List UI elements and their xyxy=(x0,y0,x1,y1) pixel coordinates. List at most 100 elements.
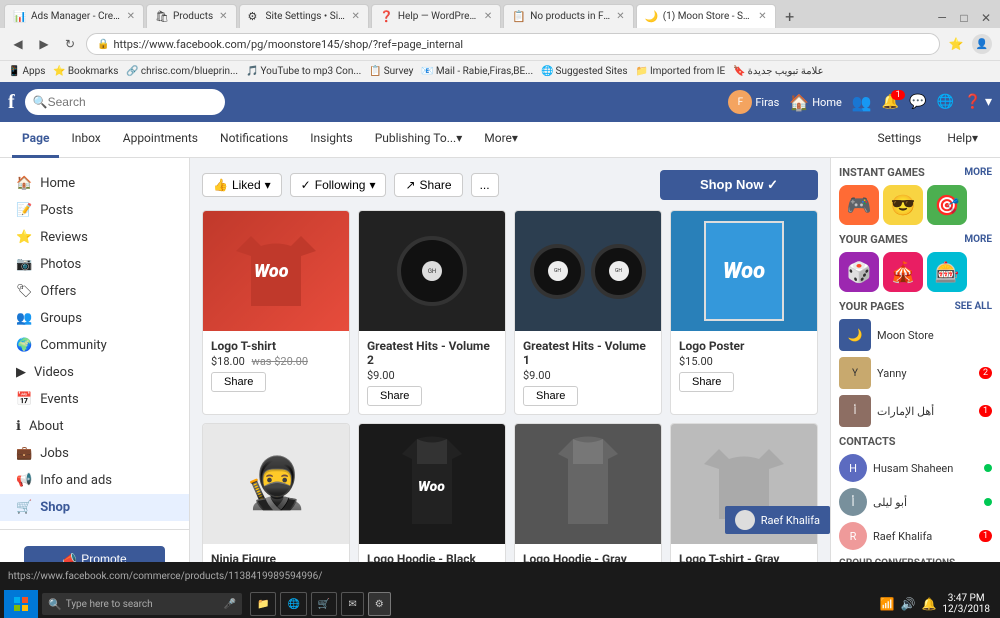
nav-user[interactable]: F Firas xyxy=(728,90,779,114)
product-image-0[interactable]: Woo xyxy=(203,211,349,331)
product-image-2[interactable]: GH GH xyxy=(515,211,661,331)
taskbar-item-store[interactable]: 🛒 xyxy=(311,592,337,616)
product-share-btn-1[interactable]: Share xyxy=(367,386,422,406)
bookmark-apps[interactable]: 📱Apps xyxy=(8,66,45,77)
taskbar-search[interactable]: 🔍 Type here to search 🎤 xyxy=(42,593,242,615)
tab-moon-store[interactable]: 🌙 (1) Moon Store - Shop ✕ xyxy=(636,4,776,28)
see-all-link[interactable]: SEE ALL xyxy=(955,301,992,312)
nav-friends[interactable]: 👥 xyxy=(852,93,872,112)
tab-close-np[interactable]: ✕ xyxy=(616,11,624,22)
product-share-btn-2[interactable]: Share xyxy=(523,386,578,406)
product-share-btn-0[interactable]: Share xyxy=(211,372,266,392)
page-nav-notifications[interactable]: Notifications xyxy=(210,122,298,158)
page-nav-help[interactable]: Help ▾ xyxy=(937,122,988,158)
bookmark-survey[interactable]: 📋Survey xyxy=(369,66,413,77)
system-clock[interactable]: 3:47 PM 12/3/2018 xyxy=(942,593,990,615)
tab-close-products[interactable]: ✕ xyxy=(219,11,227,22)
tab-site-settings[interactable]: ⚙ Site Settings • Site Titl... ✕ xyxy=(239,4,369,28)
start-button[interactable] xyxy=(4,590,38,618)
close-button[interactable]: ✕ xyxy=(976,8,996,28)
taskbar-item-mail[interactable]: ✉ xyxy=(341,592,363,616)
bookmark-suggested[interactable]: 🌐Suggested Sites xyxy=(541,66,627,77)
product-image-6[interactable] xyxy=(515,424,661,544)
taskbar-item-edge[interactable]: 🌐 xyxy=(280,592,306,616)
reload-button[interactable]: ↻ xyxy=(60,34,80,54)
tab-close-moon[interactable]: ✕ xyxy=(758,11,766,22)
url-input[interactable]: 🔒 https://www.facebook.com/pg/moonstore1… xyxy=(86,33,940,55)
product-image-4[interactable]: 🥷 xyxy=(203,424,349,544)
sidebar-item-offers[interactable]: 🏷Offers xyxy=(0,278,189,305)
sidebar-item-info-ads[interactable]: 📢Info and ads xyxy=(0,467,189,494)
bookmark-bookmarks[interactable]: ⭐Bookmarks xyxy=(53,66,118,77)
page-nav-insights[interactable]: Insights xyxy=(300,122,362,158)
search-input[interactable] xyxy=(48,95,208,109)
contact-row-husam[interactable]: H Husam Shaheen xyxy=(839,454,992,482)
nav-help[interactable]: ❓ ▾ xyxy=(964,94,992,110)
facebook-search-bar[interactable]: 🔍 xyxy=(25,89,225,115)
page-nav-publishing[interactable]: Publishing To... ▾ xyxy=(365,122,473,158)
game-icon-2[interactable]: 😎 xyxy=(883,185,923,225)
tray-network-icon[interactable]: 📶 xyxy=(880,597,895,611)
more-options-button[interactable]: ... xyxy=(471,173,499,197)
sidebar-item-events[interactable]: 📅Events xyxy=(0,386,189,413)
product-image-3[interactable]: Woo xyxy=(671,211,817,331)
liked-button[interactable]: 👍 Liked ▾ xyxy=(202,173,282,197)
minimize-button[interactable]: — xyxy=(932,8,952,28)
product-share-btn-3[interactable]: Share xyxy=(679,372,734,392)
nav-globe[interactable]: 🌐 xyxy=(937,94,954,110)
bookmark-mail[interactable]: 📧Mail - Rabie,Firas,BE... xyxy=(421,66,533,77)
your-games-more-link[interactable]: MORE xyxy=(964,234,992,245)
your-game-icon-2[interactable]: 🎪 xyxy=(883,252,923,292)
sidebar-item-posts[interactable]: 📝Posts xyxy=(0,197,189,224)
sidebar-item-home[interactable]: 🏠Home xyxy=(0,170,189,197)
page-row-moon[interactable]: 🌙 Moon Store xyxy=(839,319,992,351)
bookmark-chris[interactable]: 🔗chrisc.com/blueprin... xyxy=(126,66,238,77)
user-profile-button[interactable]: 👤 xyxy=(972,34,992,54)
nav-notifications[interactable]: 🔔 1 xyxy=(882,94,899,110)
tab-close-ads[interactable]: ✕ xyxy=(127,11,135,22)
page-nav-inbox[interactable]: Inbox xyxy=(61,122,110,158)
sidebar-item-about[interactable]: ℹAbout xyxy=(0,413,189,440)
tab-close-help[interactable]: ✕ xyxy=(484,11,492,22)
tab-close-site[interactable]: ✕ xyxy=(352,11,360,22)
sidebar-item-videos[interactable]: ▶Videos xyxy=(0,359,189,386)
page-nav-page[interactable]: Page xyxy=(12,122,59,158)
product-image-1[interactable]: GH xyxy=(359,211,505,331)
new-tab-button[interactable]: + xyxy=(778,4,802,28)
games-more-link[interactable]: MORE xyxy=(964,167,992,178)
share-button[interactable]: ↗ Share xyxy=(394,173,462,197)
bookmark-youtube[interactable]: 🎵YouTube to mp3 Con... xyxy=(246,66,361,77)
game-icon-3[interactable]: 🎯 xyxy=(927,185,967,225)
bookmark-arabic[interactable]: 🔖علامة تبويب جديدة xyxy=(733,66,823,77)
game-icon-1[interactable]: 🎮 xyxy=(839,185,879,225)
sidebar-item-community[interactable]: 🌍Community xyxy=(0,332,189,359)
tab-ads-manager[interactable]: 📊 Ads Manager - Creati... ✕ xyxy=(4,4,144,28)
product-image-5[interactable]: Woo xyxy=(359,424,505,544)
extensions-button[interactable]: ⭐ xyxy=(946,34,966,54)
your-game-icon-3[interactable]: 🎰 xyxy=(927,252,967,292)
tray-notification-icon[interactable]: 🔔 xyxy=(921,597,936,611)
promote-button[interactable]: 📣 Promote xyxy=(24,546,165,562)
page-nav-appointments[interactable]: Appointments xyxy=(113,122,208,158)
tray-sound-icon[interactable]: 🔊 xyxy=(901,597,916,611)
sidebar-item-groups[interactable]: 👥Groups xyxy=(0,305,189,332)
sidebar-item-reviews[interactable]: ⭐Reviews xyxy=(0,224,189,251)
taskbar-item-chrome[interactable]: ⚙ xyxy=(368,592,391,616)
taskbar-item-file-explorer[interactable]: 📁 xyxy=(250,592,276,616)
contact-row-abou[interactable]: أ أبو ليلى xyxy=(839,488,992,516)
maximize-button[interactable]: □ xyxy=(954,8,974,28)
bookmark-imported[interactable]: 📁Imported from IE xyxy=(636,66,726,77)
page-row-arabic[interactable]: أ أهل الإمارات 1 xyxy=(839,395,992,427)
page-nav-more[interactable]: More ▾ xyxy=(474,122,528,158)
your-game-icon-1[interactable]: 🎲 xyxy=(839,252,879,292)
tab-help[interactable]: ❓ Help — WordPress.com ✕ xyxy=(371,4,501,28)
tab-products[interactable]: 🛍 Products ✕ xyxy=(146,4,237,28)
sidebar-item-photos[interactable]: 📷Photos xyxy=(0,251,189,278)
tab-noproducts[interactable]: 📋 No products in Facebo... ✕ xyxy=(503,4,633,28)
shop-now-button[interactable]: Shop Now ✓ xyxy=(660,170,818,200)
back-button[interactable]: ◀ xyxy=(8,34,28,54)
following-button[interactable]: ✓ Following ▾ xyxy=(290,173,387,197)
page-nav-settings[interactable]: Settings xyxy=(868,122,932,158)
page-row-yanny[interactable]: Y Yanny 2 xyxy=(839,357,992,389)
forward-button[interactable]: ▶ xyxy=(34,34,54,54)
